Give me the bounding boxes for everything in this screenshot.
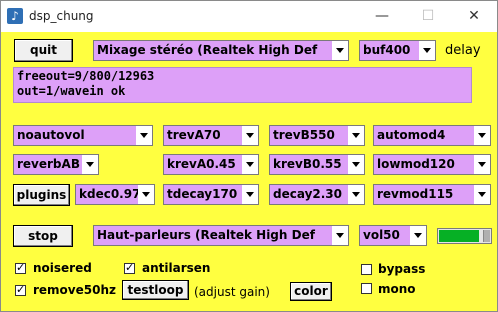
input-device-select[interactable]: Mixage stéréo (Realtek High Def [93, 40, 349, 61]
noautovol-value: noautovol [14, 126, 136, 145]
automod-value: automod4 [374, 126, 474, 145]
krev-b-value: krevB0.55 [270, 155, 348, 174]
quit-button[interactable]: quit [14, 39, 73, 62]
chevron-down-icon[interactable] [474, 185, 490, 204]
log-line: freeout=9/800/12963 [17, 69, 155, 83]
krev-a-value: krevA0.45 [164, 155, 242, 174]
chevron-down-icon[interactable] [332, 226, 348, 245]
mono-checkbox[interactable] [361, 283, 372, 294]
title-bar[interactable]: ♪ dsp_chung — ☐ ✕ [1, 1, 497, 32]
log-output[interactable]: freeout=9/800/12963 out=1/wavein ok [13, 67, 472, 103]
music-note-icon: ♪ [7, 8, 23, 24]
stop-button[interactable]: stop [13, 225, 73, 247]
app-window: ♪ dsp_chung — ☐ ✕ quit Mixage stéréo (Re… [0, 0, 498, 312]
plugins-button[interactable]: plugins [13, 184, 70, 206]
minimize-button[interactable]: — [359, 1, 405, 32]
volume-thumb[interactable] [483, 230, 490, 242]
input-device-value: Mixage stéréo (Realtek High Def [94, 41, 332, 60]
chevron-down-icon[interactable] [348, 155, 364, 174]
adjust-gain-label: (adjust gain) [194, 285, 270, 299]
antilarsen-checkbox[interactable] [124, 261, 135, 274]
reverb-ab-value: reverbAB [14, 155, 82, 174]
volume-slider[interactable] [437, 228, 492, 244]
chevron-down-icon[interactable] [332, 41, 348, 60]
mono-label: mono [378, 282, 416, 296]
testloop-button[interactable]: testloop [122, 280, 189, 300]
log-line: out=1/wavein ok [17, 84, 126, 98]
decay-value: decay2.30 [270, 185, 348, 204]
reverb-ab-select[interactable]: reverbAB [13, 154, 99, 175]
buffer-value: buf400 [360, 41, 419, 60]
output-device-select[interactable]: Haut-parleurs (Realtek High Def [93, 225, 349, 246]
krev-b-select[interactable]: krevB0.55 [269, 154, 365, 175]
chevron-down-icon[interactable] [242, 185, 258, 204]
chevron-down-icon[interactable] [242, 126, 258, 145]
bypass-label: bypass [378, 262, 426, 276]
noautovol-select[interactable]: noautovol [13, 125, 153, 146]
chevron-down-icon[interactable] [474, 126, 490, 145]
trev-a-select[interactable]: trevA70 [163, 125, 259, 146]
maximize-button[interactable]: ☐ [405, 1, 451, 32]
tdecay-value: tdecay170 [164, 185, 242, 204]
chevron-down-icon[interactable] [410, 226, 426, 245]
volume-value: vol50 [360, 226, 410, 245]
chevron-down-icon[interactable] [82, 155, 98, 174]
delay-label: delay [445, 43, 481, 58]
chevron-down-icon[interactable] [348, 126, 364, 145]
bypass-checkbox[interactable] [361, 264, 372, 275]
antilarsen-label: antilarsen [142, 261, 211, 275]
lowmod-select[interactable]: lowmod120 [373, 154, 491, 175]
noisered-checkbox[interactable] [15, 261, 26, 274]
chevron-down-icon[interactable] [136, 126, 152, 145]
chevron-down-icon[interactable] [474, 155, 490, 174]
decay-select[interactable]: decay2.30 [269, 184, 365, 205]
remove50hz-checkbox[interactable] [15, 283, 26, 296]
chevron-down-icon[interactable] [138, 185, 154, 204]
remove50hz-label: remove50hz [33, 283, 116, 297]
chevron-down-icon[interactable] [242, 155, 258, 174]
main-panel: quit Mixage stéréo (Realtek High Def buf… [1, 32, 497, 311]
tdecay-select[interactable]: tdecay170 [163, 184, 259, 205]
automod-select[interactable]: automod4 [373, 125, 491, 146]
revmod-value: revmod115 [374, 185, 474, 204]
revmod-select[interactable]: revmod115 [373, 184, 491, 205]
output-device-value: Haut-parleurs (Realtek High Def [94, 226, 332, 245]
krev-a-select[interactable]: krevA0.45 [163, 154, 259, 175]
kdec-select[interactable]: kdec0.97 [75, 184, 155, 205]
color-button[interactable]: color [290, 282, 332, 301]
lowmod-value: lowmod120 [374, 155, 474, 174]
close-button[interactable]: ✕ [451, 1, 497, 32]
chevron-down-icon[interactable] [348, 185, 364, 204]
volume-fill [439, 230, 479, 242]
chevron-down-icon[interactable] [419, 41, 435, 60]
volume-select[interactable]: vol50 [359, 225, 427, 246]
trev-b-value: trevB550 [270, 126, 348, 145]
window-title: dsp_chung [29, 9, 94, 23]
trev-a-value: trevA70 [164, 126, 242, 145]
buffer-select[interactable]: buf400 [359, 40, 436, 61]
noisered-label: noisered [33, 261, 92, 275]
kdec-value: kdec0.97 [76, 185, 138, 204]
trev-b-select[interactable]: trevB550 [269, 125, 365, 146]
